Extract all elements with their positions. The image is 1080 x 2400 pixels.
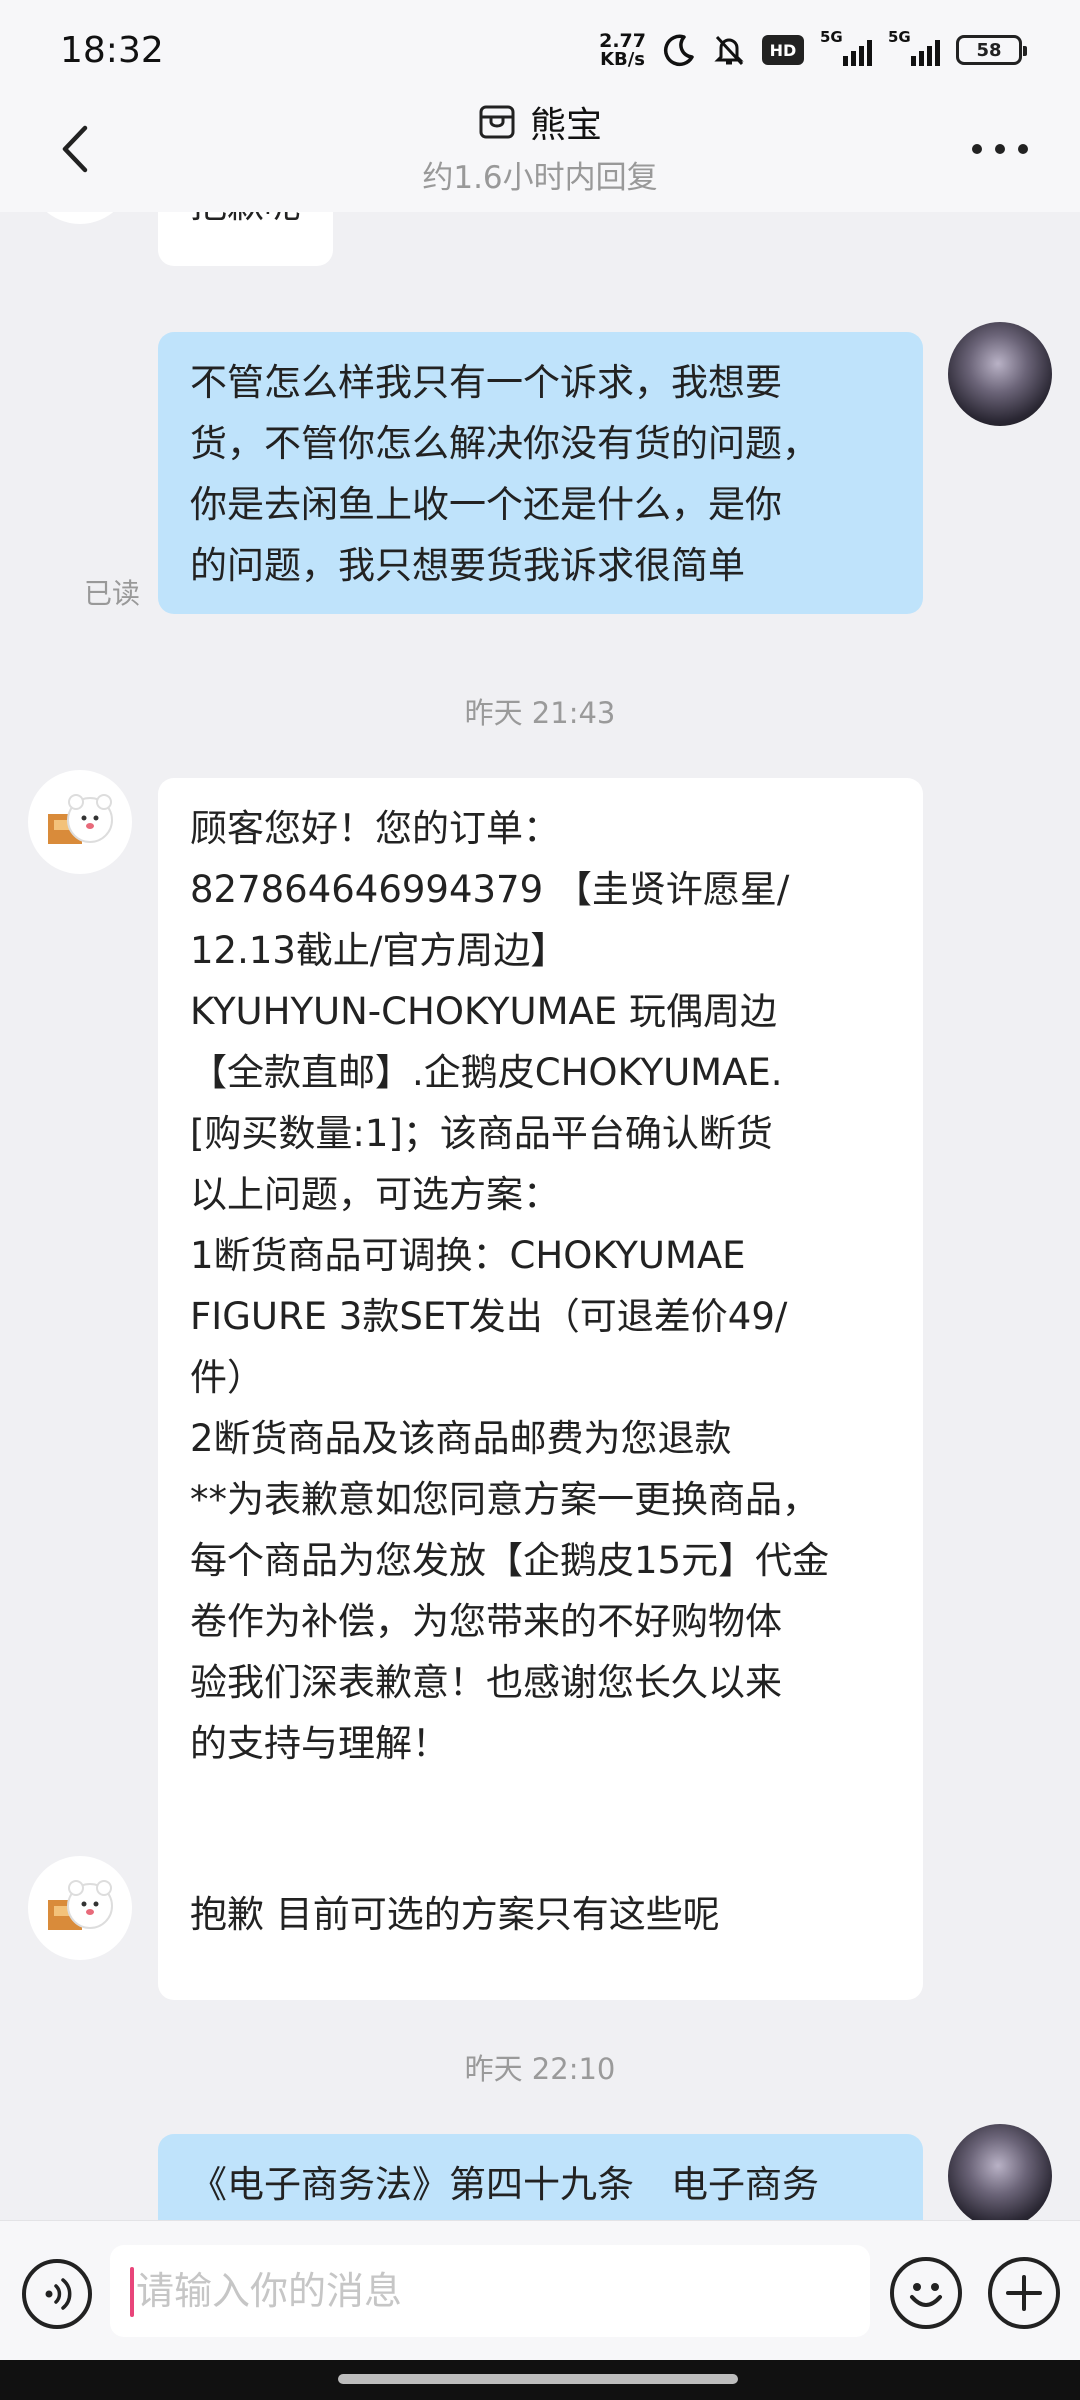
shop-avatar[interactable] [28, 770, 132, 874]
hd-icon: HD [762, 35, 804, 65]
moon-icon [663, 34, 694, 67]
message-text: 抱歉 目前可选的方案只有这些呢 [190, 1893, 720, 1936]
header-title-row[interactable]: 熊宝 [0, 100, 1080, 146]
network-speed: 2.77 KB/s [599, 29, 646, 70]
chat-screen: 18:32 2.77 KB/s HD 5G 5G 58 熊宝 约1.6小时内回复… [0, 0, 1080, 2400]
plus-icon [1006, 2275, 1042, 2311]
read-status: 已读 [84, 577, 141, 610]
message-input[interactable] [110, 2245, 870, 2337]
message-bubble-incoming[interactable]: 抱歉呢 [158, 212, 333, 266]
more-options-button[interactable] [960, 124, 1040, 174]
signal-5g-icon: 5G [888, 28, 940, 68]
signal-5g-icon: 5G [820, 28, 872, 68]
chat-header: 熊宝 约1.6小时内回复 [0, 100, 1080, 212]
shop-name: 熊宝 [529, 105, 602, 146]
message-text: 顾客您好！您的订单： 827864646994379 【圭贤许愿星/ 12.13… [190, 807, 830, 1765]
more-actions-button[interactable] [988, 2257, 1060, 2329]
status-icons: 2.77 KB/s HD 5G 5G 58 [599, 28, 1027, 72]
bear-mascot-icon [28, 212, 132, 224]
text-cursor [130, 2267, 134, 2317]
bear-mascot-icon [48, 794, 113, 844]
mute-bell-icon [714, 35, 744, 66]
network-speed-value: 2.77 [599, 29, 646, 52]
top-bar: 18:32 2.77 KB/s HD 5G 5G 58 熊宝 约1.6小时内回复 [0, 0, 1080, 212]
message-text: 抱歉呢 [158, 212, 333, 255]
network-speed-unit: KB/s [600, 48, 646, 70]
message-bubble-outgoing[interactable]: 《电子商务法》第四十九条 电子商务 [158, 2134, 923, 2220]
reply-time-hint: 约1.6小时内回复 [422, 160, 658, 196]
navigation-bar [0, 2360, 1080, 2400]
message-text: 《电子商务法》第四十九条 电子商务 [190, 2163, 819, 2206]
timestamp: 昨天 22:10 [464, 2052, 616, 2086]
timestamp: 昨天 21:43 [464, 696, 616, 730]
shop-avatar[interactable] [28, 212, 132, 224]
message-text: 不管怎么样我只有一个诉求，我想要 货，不管你怎么解决你没有货的问题， 你是去闲鱼… [190, 361, 819, 587]
message-list[interactable]: 抱歉呢 已读 不管怎么样我只有一个诉求，我想要 货，不管你怎么解决你没有货的问题… [0, 212, 1080, 2220]
message-bubble-incoming[interactable]: 抱歉 目前可选的方案只有这些呢 [158, 1864, 752, 1968]
more-dots-icon [972, 144, 982, 154]
emoji-button[interactable] [890, 2257, 962, 2329]
shop-avatar[interactable] [28, 1856, 132, 1960]
user-avatar[interactable] [948, 322, 1052, 426]
message-bubble-incoming[interactable]: 顾客您好！您的订单： 827864646994379 【圭贤许愿星/ 12.13… [158, 778, 923, 2000]
emoji-icon [910, 2283, 942, 2307]
voice-input-button[interactable] [22, 2259, 92, 2329]
battery-indicator: 58 [956, 35, 1027, 65]
status-time: 18:32 [60, 30, 164, 71]
bear-mascot-icon [48, 1880, 113, 1930]
shop-icon [479, 105, 515, 139]
home-indicator[interactable] [338, 2374, 738, 2384]
user-avatar[interactable] [948, 2124, 1052, 2220]
status-bar: 18:32 2.77 KB/s HD 5G 5G 58 [0, 0, 1080, 100]
message-bubble-outgoing[interactable]: 不管怎么样我只有一个诉求，我想要 货，不管你怎么解决你没有货的问题， 你是去闲鱼… [158, 332, 923, 614]
message-composer [0, 2220, 1080, 2360]
voice-icon [45, 2278, 72, 2310]
